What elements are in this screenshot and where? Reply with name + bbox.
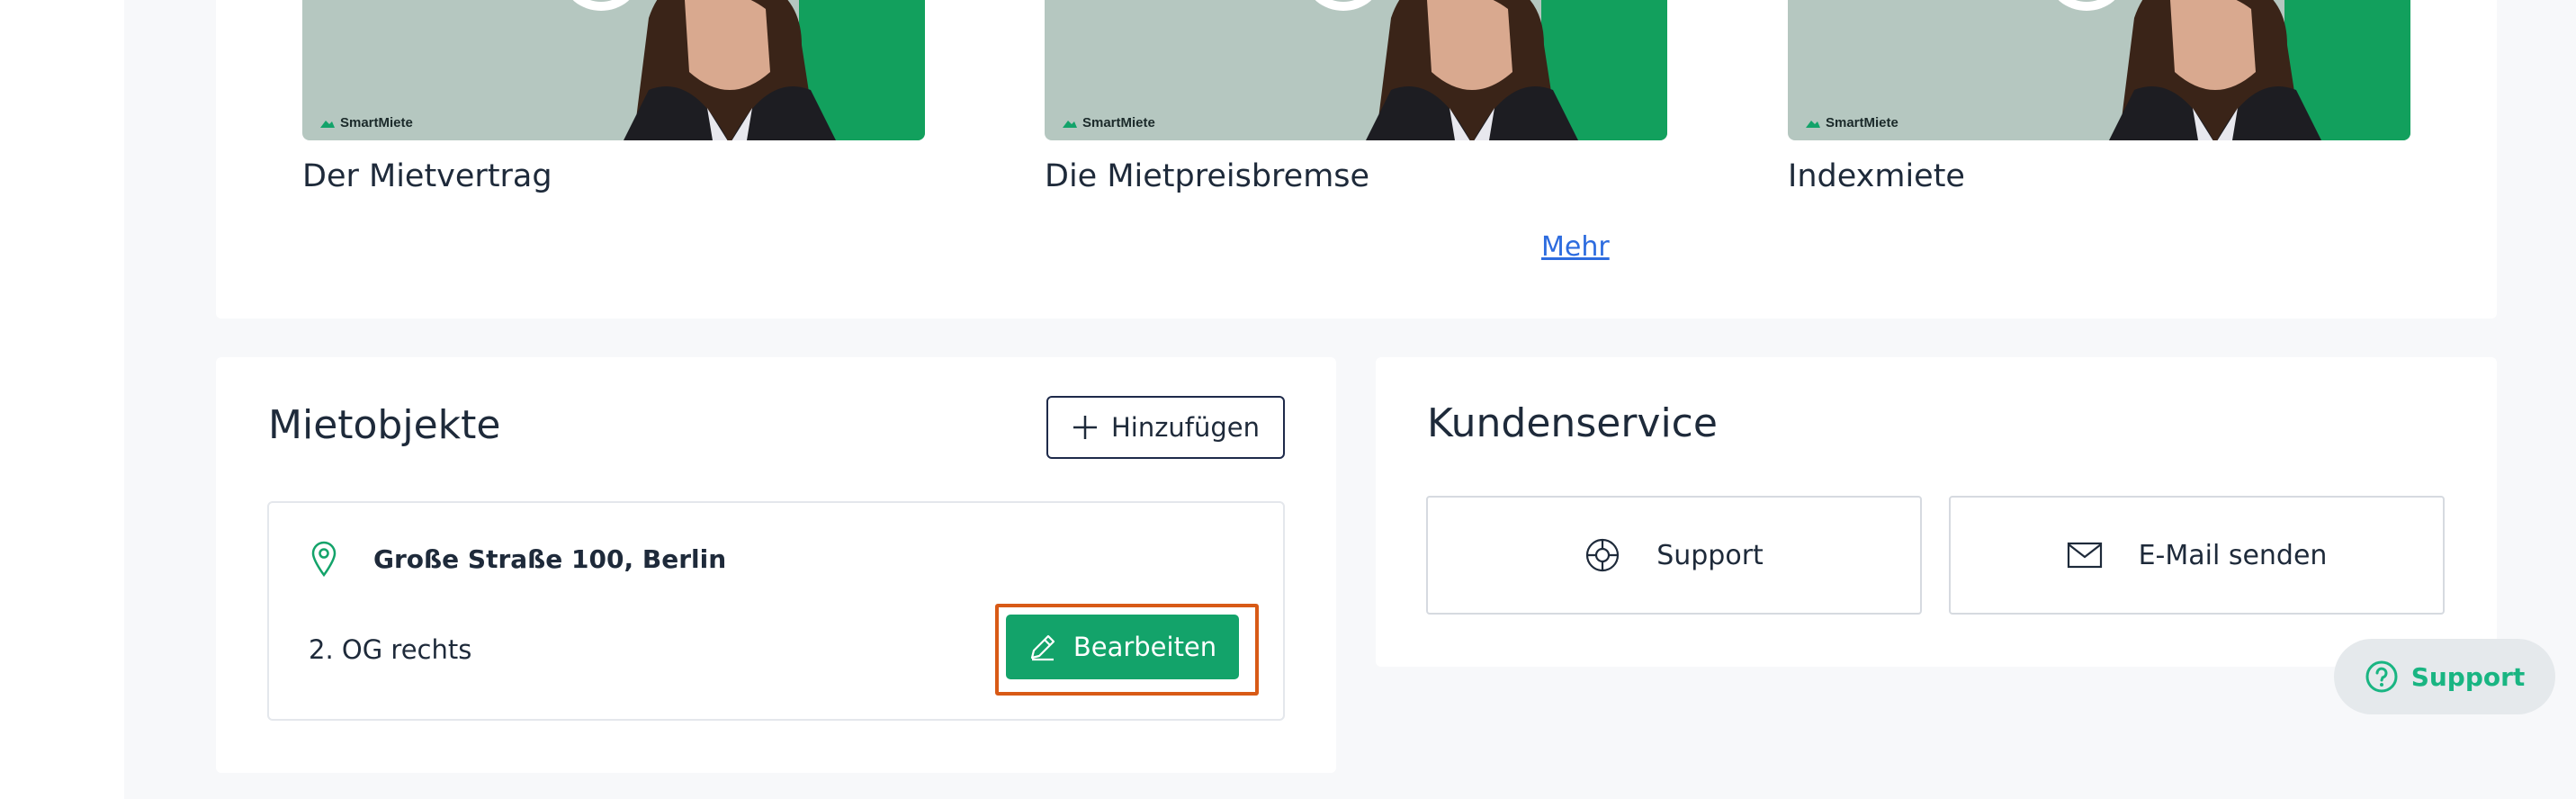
logo-text: SmartMiete [1082,115,1155,130]
logo-mark-icon [1806,120,1820,128]
more-link[interactable]: Mehr [1541,231,1610,263]
video-thumbnail[interactable]: SmartMiete [1788,0,2410,140]
edit-property-button[interactable]: Bearbeiten [1006,615,1239,679]
page: SmartMiete Der Mietvertrag SmartMiete Di… [0,0,2576,799]
lifebuoy-icon [1586,538,1620,572]
rental-properties-card: Mietobjekte Hinzufügen Große Straße 100,… [216,357,1336,773]
section-title: Mietobjekte [268,402,501,448]
add-property-button[interactable]: Hinzufügen [1046,396,1285,459]
envelope-icon [2067,542,2102,569]
logo-mark-icon [320,120,335,128]
logo-mark-icon [1063,120,1077,128]
section-title: Kundenservice [1427,400,1718,446]
video-title[interactable]: Der Mietvertrag [302,158,552,194]
property-address: Große Straße 100, Berlin [373,544,727,574]
support-button[interactable]: Support [1426,496,1922,615]
video-title[interactable]: Indexmiete [1788,158,1965,194]
presenter-image [1366,0,1578,140]
logo-text: SmartMiete [340,115,413,130]
pencil-icon [1030,634,1055,661]
add-property-label: Hinzufügen [1110,412,1261,443]
videos-card: SmartMiete Der Mietvertrag SmartMiete Di… [216,0,2497,319]
edit-property-label: Bearbeiten [1073,632,1217,662]
plus-icon [1073,416,1097,439]
video-title[interactable]: Die Mietpreisbremse [1045,158,1369,194]
floating-support-button[interactable]: Support [2334,639,2555,714]
smartmiete-logo: SmartMiete [1806,115,1898,130]
presenter-image [624,0,836,140]
video-thumbnail[interactable]: SmartMiete [1045,0,1667,140]
smartmiete-logo: SmartMiete [1063,115,1155,130]
send-email-button[interactable]: E-Mail senden [1949,496,2445,615]
presenter-image [2109,0,2321,140]
support-label: Support [1656,539,1764,571]
customer-service-card: Kundenservice Support E-Mail senden [1376,357,2497,667]
logo-text: SmartMiete [1826,115,1898,130]
property-item: Große Straße 100, Berlin 2. OG rechts Be… [267,501,1285,721]
video-thumbnail[interactable]: SmartMiete [302,0,925,140]
help-circle-icon [2365,660,2398,693]
property-floor: 2. OG rechts [309,634,472,665]
floating-support-label: Support [2410,661,2526,692]
location-pin-icon [311,541,337,577]
send-email-label: E-Mail senden [2138,539,2328,571]
smartmiete-logo: SmartMiete [320,115,413,130]
